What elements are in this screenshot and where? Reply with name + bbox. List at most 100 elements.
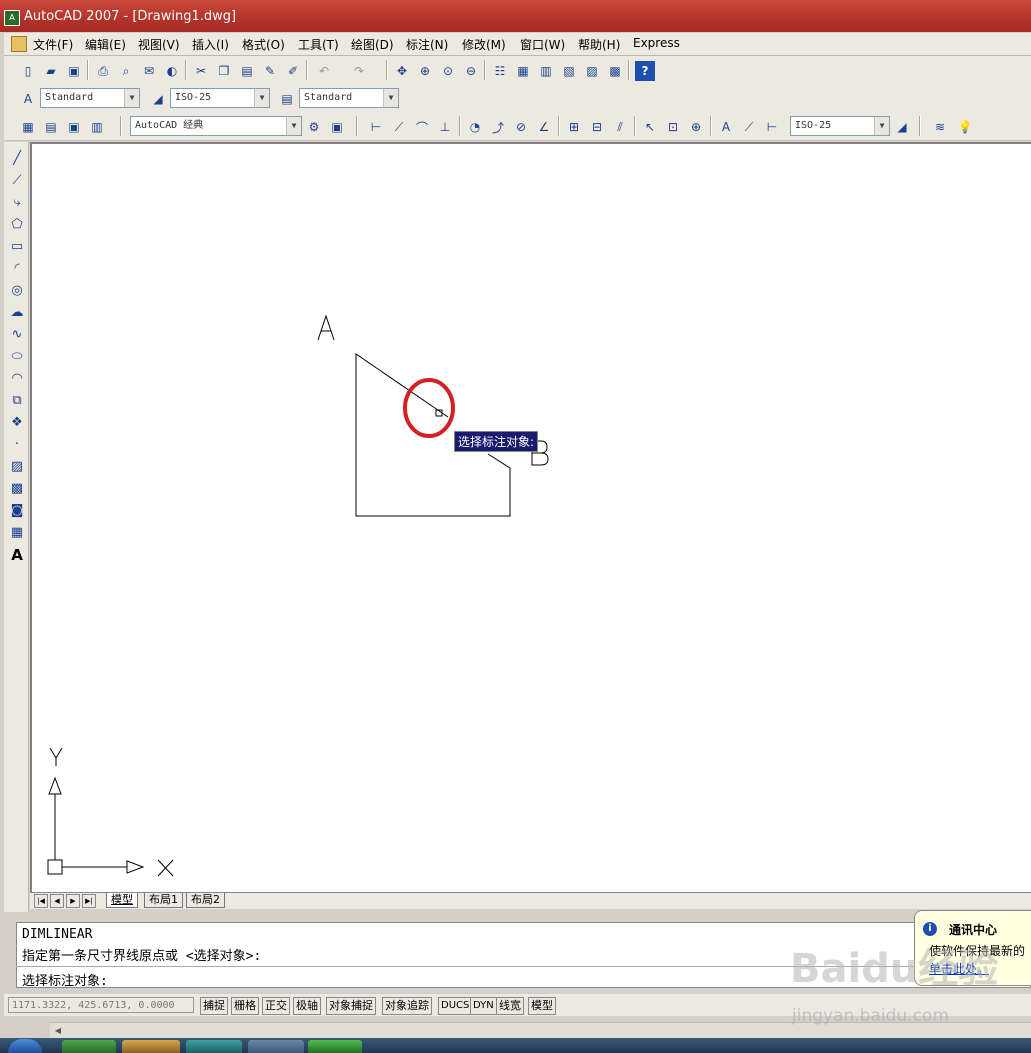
- menu-tools[interactable]: 工具(T): [298, 36, 339, 53]
- start-button-icon[interactable]: [8, 1039, 42, 1053]
- tab-model[interactable]: 模型: [106, 893, 138, 908]
- center-mark-icon[interactable]: ⊕: [686, 117, 706, 137]
- text-style-icon[interactable]: A: [18, 89, 38, 109]
- menu-edit[interactable]: 编辑(E): [85, 36, 126, 53]
- save-icon[interactable]: ▣: [64, 61, 84, 81]
- insert-block-icon[interactable]: ⧉: [8, 392, 26, 410]
- layer-manager-icon[interactable]: ≋: [930, 117, 950, 137]
- help-icon[interactable]: ?: [635, 61, 655, 81]
- chevron-down-icon[interactable]: ▼: [383, 89, 398, 107]
- layer-on-icon[interactable]: 💡: [955, 117, 975, 137]
- prev-tab-icon[interactable]: ◀: [50, 894, 64, 908]
- first-tab-icon[interactable]: |◀: [34, 894, 48, 908]
- publish-icon[interactable]: ✉: [139, 61, 159, 81]
- properties-icon[interactable]: ☷: [490, 61, 510, 81]
- zoom-realtime-icon[interactable]: ⊕: [415, 61, 435, 81]
- construction-line-icon[interactable]: ⟋: [8, 172, 26, 190]
- print-layout-icon[interactable]: ▣: [64, 117, 84, 137]
- polyline-icon[interactable]: ⤷: [8, 194, 26, 212]
- dim-arc-icon[interactable]: ⌒: [412, 117, 432, 137]
- menu-express[interactable]: Express: [633, 36, 680, 50]
- ducs-toggle[interactable]: DUCS: [438, 997, 473, 1015]
- sheet-set-icon[interactable]: ▧: [559, 61, 579, 81]
- dim-diameter-icon[interactable]: ⊘: [511, 117, 531, 137]
- grid-toggle[interactable]: 栅格: [231, 997, 259, 1015]
- design-center-icon[interactable]: ▦: [513, 61, 533, 81]
- quick-dim-icon[interactable]: ⊞: [564, 117, 584, 137]
- chevron-down-icon[interactable]: ▼: [254, 89, 269, 107]
- autocad-app-icon[interactable]: A: [4, 10, 20, 26]
- menu-modify[interactable]: 修改(M): [462, 36, 506, 53]
- ellipse-icon[interactable]: ⬭: [8, 348, 26, 366]
- coordinates-display[interactable]: 1171.3322, 425.6713, 0.0000: [8, 997, 194, 1013]
- dim-ordinate-icon[interactable]: ⊥: [435, 117, 455, 137]
- revision-cloud-icon[interactable]: ☁: [8, 304, 26, 322]
- dim-baseline-icon[interactable]: ⊟: [587, 117, 607, 137]
- text-style-combo[interactable]: Standard ▼: [40, 88, 140, 108]
- menu-insert[interactable]: 插入(I): [192, 36, 229, 53]
- document-icon[interactable]: [11, 36, 27, 52]
- taskbar-app-icon[interactable]: [122, 1040, 180, 1053]
- arc-icon[interactable]: ◜: [8, 260, 26, 278]
- horizontal-scrollbar[interactable]: ◀: [50, 1022, 1031, 1039]
- dim-style-manager-icon[interactable]: ◢: [892, 117, 912, 137]
- make-block-icon[interactable]: ❖: [8, 414, 26, 432]
- circle-icon[interactable]: ◎: [8, 282, 26, 300]
- dim-style-combo[interactable]: ISO-25 ▼: [170, 88, 270, 108]
- zoom-previous-icon[interactable]: ⊖: [461, 61, 481, 81]
- dim-aligned-icon[interactable]: ⟋: [389, 117, 409, 137]
- point-icon[interactable]: ·: [8, 436, 26, 454]
- drawing-shape-lower[interactable]: [355, 453, 511, 517]
- dim-text-edit-icon[interactable]: ⟋: [739, 117, 759, 137]
- match-properties-icon[interactable]: ✎: [260, 61, 280, 81]
- model-toggle[interactable]: 模型: [528, 997, 556, 1015]
- quick-leader-icon[interactable]: ↖: [640, 117, 660, 137]
- taskbar-app-icon[interactable]: [62, 1040, 116, 1053]
- lineweight-toggle[interactable]: 线宽: [496, 997, 524, 1015]
- cut-icon[interactable]: ✂: [191, 61, 211, 81]
- menu-help[interactable]: 帮助(H): [578, 36, 620, 53]
- menu-file[interactable]: 文件(F): [33, 36, 73, 53]
- menu-view[interactable]: 视图(V): [138, 36, 180, 53]
- spline-icon[interactable]: ∿: [8, 326, 26, 344]
- open-icon[interactable]: ▰: [41, 61, 61, 81]
- dim-angular-icon[interactable]: ∠: [534, 117, 554, 137]
- copy-icon[interactable]: ❐: [214, 61, 234, 81]
- drawing-canvas[interactable]: A B Y X: [30, 142, 1031, 892]
- ortho-toggle[interactable]: 正交: [262, 997, 290, 1015]
- workspace-settings-icon[interactable]: ⚙: [304, 117, 324, 137]
- viewport-icon[interactable]: ▤: [41, 117, 61, 137]
- workspace-combo[interactable]: AutoCAD 经典 ▼: [130, 116, 302, 136]
- 3d-dwf-icon[interactable]: ◐: [162, 61, 182, 81]
- hatch-icon[interactable]: ▨: [8, 458, 26, 476]
- table-style-combo[interactable]: Standard ▼: [299, 88, 399, 108]
- last-tab-icon[interactable]: ▶|: [82, 894, 96, 908]
- undo-icon[interactable]: ↶: [314, 61, 334, 81]
- chevron-down-icon[interactable]: ▼: [874, 117, 889, 135]
- zoom-window-icon[interactable]: ⊙: [438, 61, 458, 81]
- command-window[interactable]: DIMLINEAR 指定第一条尺寸界线原点或 <选择对象>: 选择标注对象:: [16, 922, 1031, 989]
- plot-icon[interactable]: ⎙: [93, 61, 113, 81]
- calculator-icon[interactable]: ▩: [605, 61, 625, 81]
- dim-jogged-icon[interactable]: ⤴: [488, 117, 508, 137]
- tab-layout2[interactable]: 布局2: [186, 893, 225, 908]
- pan-icon[interactable]: ✥: [392, 61, 412, 81]
- dim-style-icon[interactable]: ◢: [148, 89, 168, 109]
- dyn-toggle[interactable]: DYN: [470, 997, 497, 1015]
- polygon-icon[interactable]: ⬠: [8, 216, 26, 234]
- region-icon[interactable]: ◙: [8, 502, 26, 520]
- layout-icon[interactable]: ▦: [18, 117, 38, 137]
- block-editor-icon[interactable]: ✐: [283, 61, 303, 81]
- scroll-left-icon[interactable]: ◀: [52, 1025, 64, 1036]
- multiline-text-icon[interactable]: A: [8, 546, 26, 564]
- plot-preview-icon[interactable]: ⌕: [116, 61, 136, 81]
- redo-icon[interactable]: ↷: [349, 61, 369, 81]
- dim-linear-icon[interactable]: ⊢: [366, 117, 386, 137]
- taskbar-app-icon[interactable]: [248, 1040, 304, 1053]
- ellipse-arc-icon[interactable]: ◠: [8, 370, 26, 388]
- dimension-style-combo[interactable]: ISO-25 ▼: [790, 116, 890, 136]
- line-icon[interactable]: ╱: [8, 150, 26, 168]
- dim-update-icon[interactable]: ⊢: [762, 117, 782, 137]
- chevron-down-icon[interactable]: ▼: [124, 89, 139, 107]
- rectangle-icon[interactable]: ▭: [8, 238, 26, 256]
